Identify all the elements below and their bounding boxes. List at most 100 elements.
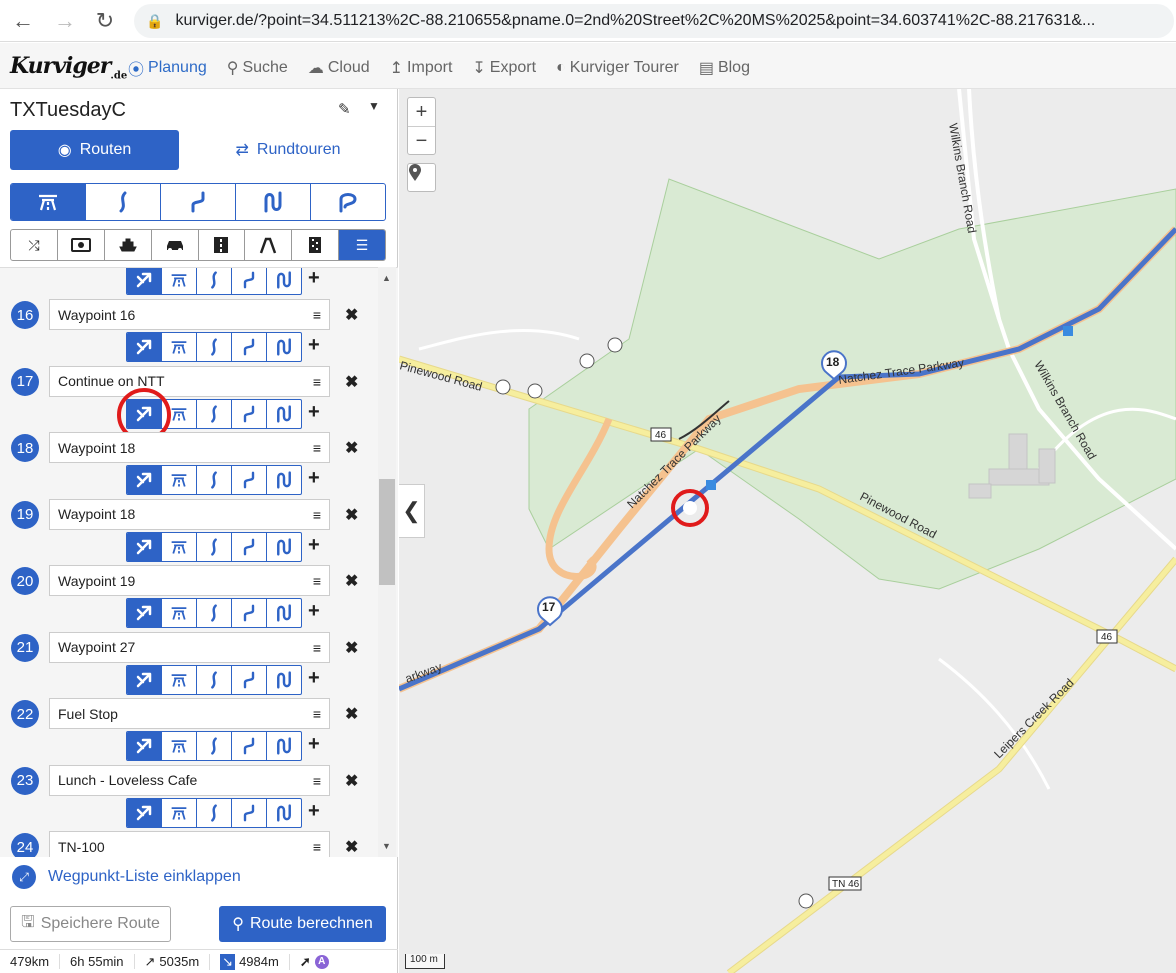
curve-2-icon[interactable] (232, 665, 267, 694)
skip-curvy-icon[interactable] (127, 732, 162, 760)
highway-icon[interactable] (162, 399, 197, 428)
highway-icon[interactable] (162, 532, 197, 561)
remove-waypoint-icon[interactable]: ✖ (345, 505, 358, 525)
waypoint-input[interactable]: Lunch - Loveless Cafe ≡ (49, 764, 330, 796)
reload-icon[interactable]: ↻ (90, 6, 120, 36)
forward-icon[interactable]: → (50, 6, 80, 36)
shuffle-icon[interactable]: ⤮ (11, 230, 58, 260)
remove-waypoint-icon[interactable]: ✖ (345, 704, 358, 724)
add-waypoint-icon[interactable]: + (308, 667, 320, 690)
curve-1-icon[interactable] (197, 268, 232, 294)
waypoint-number[interactable]: 19 (11, 500, 39, 529)
zoom-out-icon[interactable]: − (408, 127, 435, 156)
collapse-waypoints-link[interactable]: ⤢ Wegpunkt-Liste einklappen (12, 865, 241, 889)
waypoint-input[interactable]: Waypoint 18 ≡ (49, 498, 330, 530)
waypoint-number[interactable]: 18 (11, 434, 39, 462)
toll-icon[interactable] (58, 230, 105, 260)
remove-waypoint-icon[interactable]: ✖ (345, 837, 358, 857)
curve-2-icon[interactable] (232, 732, 267, 760)
menu-blog[interactable]: ▤ Blog (699, 56, 750, 80)
curve-3-icon[interactable] (267, 732, 301, 760)
curve-3-icon[interactable] (267, 466, 301, 494)
curve-3-icon[interactable] (267, 799, 301, 827)
skip-curvy-icon[interactable] (127, 532, 162, 561)
curve-1-icon[interactable] (86, 184, 161, 220)
curve-1-icon[interactable] (197, 599, 232, 627)
waypoint-number[interactable]: 20 (11, 567, 39, 595)
curve-4-icon[interactable] (311, 184, 385, 220)
edit-icon[interactable]: ✎ (338, 100, 351, 118)
remove-waypoint-icon[interactable]: ✖ (345, 438, 358, 458)
collapse-sidebar-icon[interactable]: ❮ (399, 484, 425, 538)
remove-waypoint-icon[interactable]: ✖ (345, 372, 358, 392)
curve-1-icon[interactable] (197, 665, 232, 694)
add-waypoint-icon[interactable]: + (308, 467, 320, 490)
add-waypoint-icon[interactable]: + (308, 401, 320, 424)
add-waypoint-icon[interactable]: + (308, 733, 320, 756)
menu-import[interactable]: ↥ Import (390, 56, 453, 80)
waypoint-number[interactable]: 24 (11, 833, 39, 857)
highway-icon[interactable] (11, 184, 86, 220)
curve-3-icon[interactable] (267, 666, 301, 694)
add-waypoint-icon[interactable]: + (308, 334, 320, 357)
waypoint-input[interactable]: Waypoint 27 ≡ (49, 631, 330, 663)
highway-icon[interactable] (162, 333, 197, 361)
curve-3-icon[interactable] (236, 184, 311, 220)
curve-2-icon[interactable] (232, 399, 267, 428)
highway-icon[interactable] (162, 268, 197, 294)
address-bar[interactable]: 🔒 kurviger.de/?point=34.511213%2C-88.210… (134, 4, 1174, 38)
curve-3-icon[interactable] (267, 268, 301, 294)
waypoint-input[interactable]: Continue on NTT ≡ (49, 365, 330, 397)
curve-2-icon[interactable] (232, 532, 267, 561)
remove-waypoint-icon[interactable]: ✖ (345, 638, 358, 658)
drag-handle-icon[interactable]: ≡ (313, 839, 321, 855)
pass-icon[interactable] (245, 230, 293, 260)
highway-icon[interactable] (162, 732, 197, 760)
curve-2-icon[interactable] (232, 466, 267, 494)
highway-icon[interactable] (162, 599, 197, 627)
drag-handle-icon[interactable]: ≡ (313, 440, 321, 456)
curve-3-icon[interactable] (267, 333, 301, 361)
curve-2-icon[interactable] (232, 333, 267, 361)
skip-curvy-icon[interactable] (127, 268, 162, 294)
drag-handle-icon[interactable]: ≡ (313, 374, 321, 390)
scroll-down-icon[interactable]: ▼ (382, 841, 391, 851)
skip-curvy-icon[interactable] (127, 399, 162, 428)
unpaved-icon[interactable] (292, 230, 340, 260)
curve-3-icon[interactable] (267, 533, 301, 561)
menu-export[interactable]: ↧ Export (472, 56, 536, 80)
add-waypoint-icon[interactable]: + (308, 600, 320, 623)
drag-handle-icon[interactable]: ≡ (313, 573, 321, 589)
remove-waypoint-icon[interactable]: ✖ (345, 771, 358, 791)
waypoint-number[interactable]: 17 (11, 367, 39, 396)
curve-2-icon[interactable] (232, 268, 267, 294)
drag-handle-icon[interactable]: ≡ (313, 773, 321, 789)
drag-handle-icon[interactable]: ≡ (313, 640, 321, 656)
add-waypoint-icon[interactable]: + (308, 534, 320, 557)
waypoint-number[interactable]: 22 (11, 700, 39, 728)
logo[interactable]: Kurviger.de (10, 53, 127, 81)
ferry-icon[interactable] (105, 230, 152, 260)
skip-curvy-icon[interactable] (127, 798, 162, 827)
car-icon[interactable] (152, 230, 199, 260)
remove-waypoint-icon[interactable]: ✖ (345, 305, 358, 325)
drag-handle-icon[interactable]: ≡ (313, 307, 321, 323)
back-icon[interactable]: ← (8, 6, 38, 36)
scroll-up-icon[interactable]: ▲ (382, 273, 391, 283)
curve-3-icon[interactable] (267, 599, 301, 627)
curve-1-icon[interactable] (197, 532, 232, 561)
list-scrollbar[interactable]: ▲ ▼ (378, 267, 396, 857)
highway-icon[interactable] (162, 665, 197, 694)
waypoint-input[interactable]: TN-100 ≡ (49, 831, 330, 857)
tab-routen[interactable]: ◉ Routen (10, 130, 179, 170)
map[interactable]: 46 46 TN 46 Pinewood Road Pinewood Road … (399, 89, 1176, 973)
drag-handle-icon[interactable]: ≡ (313, 706, 321, 722)
curve-1-icon[interactable] (197, 798, 232, 827)
add-waypoint-icon[interactable]: + (308, 268, 320, 290)
calculate-route-button[interactable]: ⚲ Route berechnen (219, 906, 386, 942)
menu-suche[interactable]: ⚲ Suche (227, 56, 288, 80)
settings-sliders-icon[interactable]: ☰ (339, 230, 385, 260)
waypoint-number[interactable]: 16 (11, 301, 39, 329)
skip-curvy-icon[interactable] (127, 665, 162, 694)
save-route-button[interactable]: 🖫 Speichere Route (10, 906, 171, 942)
